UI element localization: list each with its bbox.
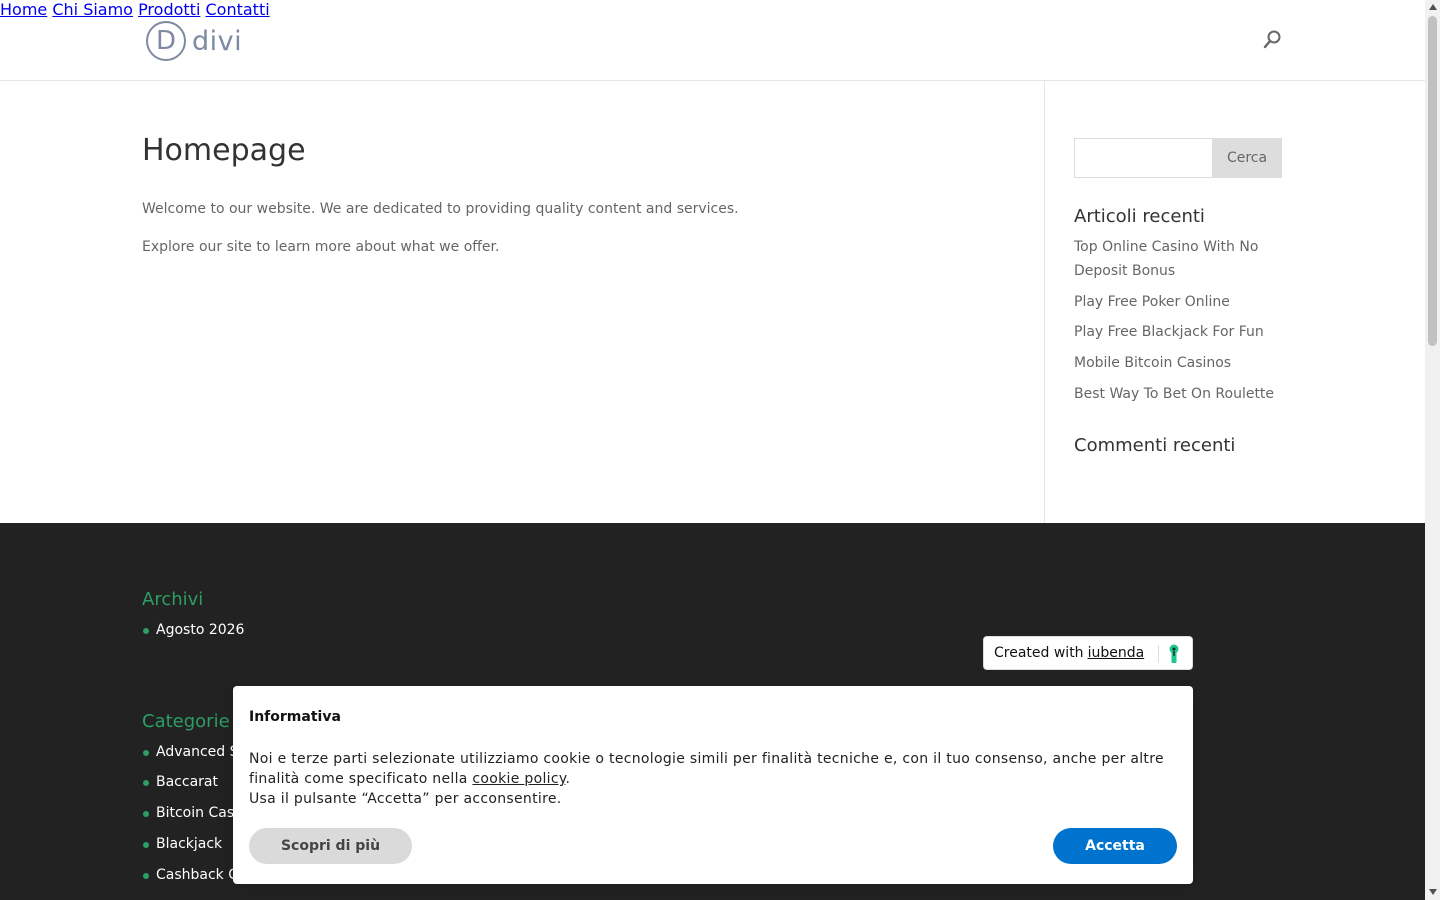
site-logo[interactable]: D divi (146, 19, 242, 63)
archive-link[interactable]: Agosto 2026 (156, 622, 244, 638)
recent-post-link[interactable]: Play Free Poker Online (1074, 290, 1284, 314)
list-bullet (143, 780, 149, 786)
page: D divi Home Chi Siamo Prodotti Contatti … (0, 0, 1425, 900)
sidebar-divider (1044, 80, 1045, 523)
recent-comments-title: Commenti recenti (1074, 435, 1236, 456)
cookie-banner-text: Noi e terze parti selezionate utilizziam… (249, 749, 1184, 809)
list-bullet (143, 811, 149, 817)
category-link[interactable]: Blackjack (156, 836, 222, 852)
recent-posts-title: Articoli recenti (1074, 206, 1205, 227)
page-scrollbar[interactable] (1425, 0, 1440, 900)
site-header: D divi Home Chi Siamo Prodotti Contatti (0, 0, 1425, 81)
cookie-text-accept-hint: Usa il pulsante “Accetta” per acconsenti… (249, 791, 562, 807)
logo-mark: D (146, 21, 186, 61)
nav-contatti[interactable]: Contatti (205, 0, 269, 19)
learn-more-button[interactable]: Scopri di più (249, 828, 412, 864)
cookie-banner-title: Informativa (249, 709, 341, 725)
category-link[interactable]: Cashback C (156, 867, 238, 883)
sidebar-search-button[interactable]: Cerca (1212, 138, 1282, 178)
nav-prodotti[interactable]: Prodotti (138, 0, 200, 19)
recent-post-link[interactable]: Top Online Casino With No Deposit Bonus (1074, 235, 1284, 283)
category-link[interactable]: Advanced St (156, 744, 244, 760)
search-icon[interactable] (1263, 30, 1283, 50)
logo-text: divi (192, 25, 243, 57)
nav-chi-siamo[interactable]: Chi Siamo (52, 0, 133, 19)
accept-button[interactable]: Accetta (1053, 828, 1177, 864)
cookie-text-period: . (565, 771, 571, 787)
category-link[interactable]: Bitcoin Casi (156, 805, 238, 821)
archives-title: Archivi (142, 589, 204, 610)
recent-post-link[interactable]: Best Way To Bet On Roulette (1074, 382, 1284, 406)
recent-post-link[interactable]: Play Free Blackjack For Fun (1074, 320, 1284, 344)
nav-home[interactable]: Home (0, 0, 47, 19)
scrollbar-thumb[interactable] (1428, 16, 1437, 346)
intro-paragraph: Welcome to our website. We are dedicated… (142, 201, 739, 217)
cookie-text-main: Noi e terze parti selezionate utilizziam… (249, 751, 1164, 787)
list-bullet (143, 873, 149, 879)
badge-separator (1158, 645, 1159, 663)
list-bullet (143, 628, 149, 634)
scroll-up-arrow-icon[interactable] (1429, 4, 1437, 10)
cookie-banner: Informativa Noi e terze parti selezionat… (233, 686, 1193, 884)
iubenda-keyhole-icon (1169, 644, 1179, 663)
recent-post-link[interactable]: Mobile Bitcoin Casinos (1074, 351, 1284, 375)
explore-paragraph: Explore our site to learn more about wha… (142, 239, 500, 255)
scroll-down-arrow-icon[interactable] (1429, 889, 1437, 895)
category-link[interactable]: Baccarat (156, 774, 218, 790)
page-title: Homepage (142, 133, 306, 168)
list-bullet (143, 750, 149, 756)
categories-title: Categorie (142, 711, 230, 732)
iubenda-badge-link[interactable]: iubenda (1088, 645, 1145, 661)
iubenda-badge-prefix: Created with (994, 645, 1084, 661)
iubenda-badge[interactable]: Created with iubenda (983, 636, 1193, 670)
cookie-policy-link[interactable]: cookie policy (472, 771, 565, 787)
list-bullet (143, 842, 149, 848)
